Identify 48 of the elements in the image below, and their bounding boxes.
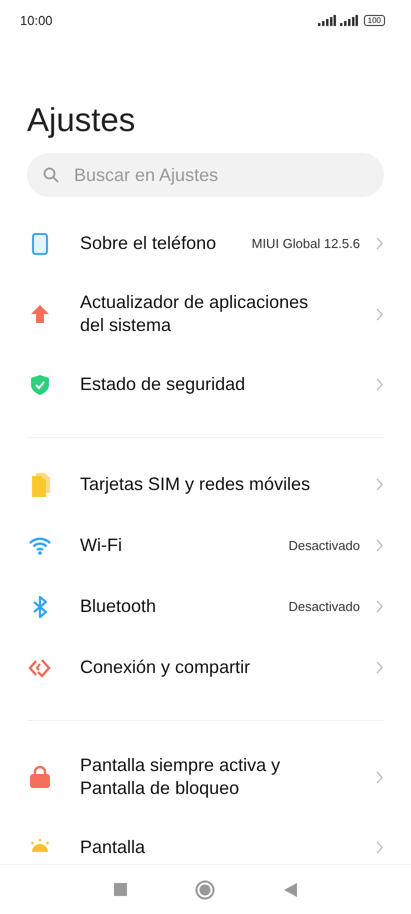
item-label: Pantalla	[80, 836, 146, 859]
item-value: Desactivado	[288, 599, 360, 614]
chevron-icon	[376, 770, 383, 784]
wifi-icon	[29, 536, 51, 554]
item-label: Conexión y compartir	[80, 656, 250, 679]
shield-icon	[31, 374, 49, 394]
item-label: Estado de seguridad	[80, 373, 246, 396]
item-label: Tarjetas SIM y redes móviles	[80, 473, 310, 496]
settings-item[interactable]: Tarjetas SIM y redes móviles	[0, 454, 411, 515]
settings-item[interactable]: Wi-Fi Desactivado	[0, 515, 411, 576]
item-label: Wi-Fi	[80, 534, 122, 557]
chevron-icon	[376, 308, 383, 320]
settings-item[interactable]: Pantalla siempre activa y Pantalla de bloqueo	[0, 737, 411, 817]
up-arrow-icon	[30, 304, 50, 324]
chevron-icon	[376, 378, 383, 391]
settings-item[interactable]: Conexión y compartir	[0, 637, 411, 698]
item-label: Actualizador de aplicaciones del sistema	[80, 291, 310, 337]
home-icon[interactable]	[195, 880, 216, 900]
page-title: Ajustes	[27, 100, 136, 140]
item-value: MIUI Global 12.5.6	[252, 236, 360, 251]
signal-icon	[340, 14, 358, 26]
clock: 10:00	[20, 12, 53, 28]
chevron-icon	[376, 478, 383, 491]
search-icon	[43, 167, 59, 183]
settings-item[interactable]: Actualizador de aplicaciones del sistema	[0, 274, 411, 354]
lock-icon	[30, 766, 50, 788]
sim-card-icon	[30, 472, 50, 496]
phone-icon	[32, 232, 48, 254]
item-label: Bluetooth	[80, 595, 156, 618]
settings-item[interactable]: Estado de seguridad	[0, 354, 411, 415]
battery-icon: 100	[364, 14, 385, 26]
chevron-icon	[376, 661, 383, 674]
settings-item[interactable]: Bluetooth Desactivado	[0, 576, 411, 637]
back-icon[interactable]	[284, 882, 297, 896]
search-field[interactable]: Buscar en Ajustes	[27, 153, 384, 197]
share-icon	[28, 658, 52, 678]
chevron-icon	[376, 237, 383, 250]
chevron-icon	[376, 841, 383, 854]
chevron-icon	[376, 539, 383, 552]
recents-icon[interactable]	[114, 883, 128, 896]
settings-item[interactable]: Sobre el teléfono MIUI Global 12.5.6	[0, 213, 411, 274]
item-label: Pantalla siempre activa y Pantalla de bloqueo	[80, 754, 282, 800]
item-value: Desactivado	[288, 538, 360, 553]
item-label: Sobre el teléfono	[80, 232, 216, 255]
bluetooth-icon	[33, 596, 47, 618]
chevron-icon	[376, 600, 383, 613]
signal-icon	[318, 14, 336, 26]
settings-item[interactable]: Pantalla	[0, 817, 411, 864]
